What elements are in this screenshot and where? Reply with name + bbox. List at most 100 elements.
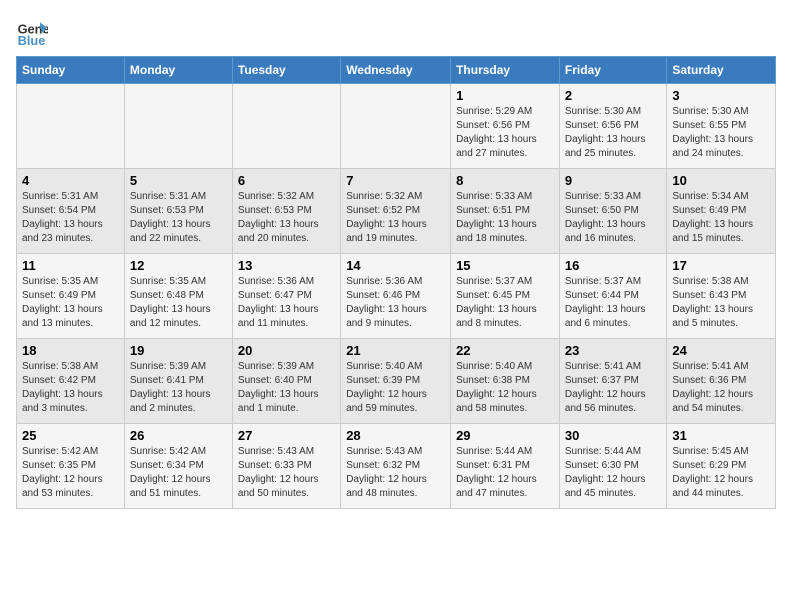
day-number: 25 [22,428,119,443]
logo-icon: General Blue [16,16,48,48]
day-info: Sunrise: 5:39 AM Sunset: 6:41 PM Dayligh… [130,360,227,416]
day-number: 14 [346,258,445,273]
calendar-cell: 14 Sunrise: 5:36 AM Sunset: 6:46 PM Dayli… [341,254,451,339]
day-number: 26 [130,428,227,443]
calendar-cell: 4 Sunrise: 5:31 AM Sunset: 6:54 PM Daylig… [17,169,125,254]
day-number: 2 [565,88,661,103]
day-info: Sunrise: 5:37 AM Sunset: 6:44 PM Dayligh… [565,275,661,331]
day-number: 7 [346,173,445,188]
calendar-cell [232,84,340,169]
day-info: Sunrise: 5:30 AM Sunset: 6:55 PM Dayligh… [672,105,770,161]
day-number: 21 [346,343,445,358]
weekday-header-tuesday: Tuesday [232,57,340,84]
weekday-header-sunday: Sunday [17,57,125,84]
calendar-cell: 2 Sunrise: 5:30 AM Sunset: 6:56 PM Daylig… [559,84,666,169]
calendar-cell [341,84,451,169]
day-number: 5 [130,173,227,188]
day-number: 4 [22,173,119,188]
day-number: 9 [565,173,661,188]
day-info: Sunrise: 5:31 AM Sunset: 6:53 PM Dayligh… [130,190,227,246]
calendar-cell: 28 Sunrise: 5:43 AM Sunset: 6:32 PM Dayli… [341,424,451,509]
day-number: 13 [238,258,335,273]
calendar-week-3: 11Sunrise: 5:35 AM Sunset: 6:49 PM Dayli… [17,254,776,339]
day-info: Sunrise: 5:43 AM Sunset: 6:33 PM Dayligh… [238,445,335,501]
calendar-cell: 5 Sunrise: 5:31 AM Sunset: 6:53 PM Daylig… [124,169,232,254]
day-info: Sunrise: 5:39 AM Sunset: 6:40 PM Dayligh… [238,360,335,416]
day-number: 19 [130,343,227,358]
calendar-cell: 3 Sunrise: 5:30 AM Sunset: 6:55 PM Daylig… [667,84,776,169]
day-info: Sunrise: 5:44 AM Sunset: 6:31 PM Dayligh… [456,445,554,501]
day-number: 15 [456,258,554,273]
calendar-cell: 19 Sunrise: 5:39 AM Sunset: 6:41 PM Dayli… [124,339,232,424]
day-number: 27 [238,428,335,443]
day-number: 8 [456,173,554,188]
calendar-cell: 13 Sunrise: 5:36 AM Sunset: 6:47 PM Dayli… [232,254,340,339]
calendar-cell: 21 Sunrise: 5:40 AM Sunset: 6:39 PM Dayli… [341,339,451,424]
calendar-week-5: 25 Sunrise: 5:42 AM Sunset: 6:35 PM Dayli… [17,424,776,509]
day-info: Sunrise: 5:44 AM Sunset: 6:30 PM Dayligh… [565,445,661,501]
calendar-cell: 26 Sunrise: 5:42 AM Sunset: 6:34 PM Dayli… [124,424,232,509]
day-info: Sunrise: 5:35 AM Sunset: 6:48 PM Dayligh… [130,275,227,331]
day-info: Sunrise: 5:40 AM Sunset: 6:38 PM Dayligh… [456,360,554,416]
weekday-header-thursday: Thursday [451,57,560,84]
calendar-cell: 7 Sunrise: 5:32 AM Sunset: 6:52 PM Daylig… [341,169,451,254]
calendar-cell: 30 Sunrise: 5:44 AM Sunset: 6:30 PM Dayli… [559,424,666,509]
day-info: Sunrise: 5:38 AM Sunset: 6:43 PM Dayligh… [672,275,770,331]
day-number: 20 [238,343,335,358]
day-number: 24 [672,343,770,358]
calendar-cell: 31Sunrise: 5:45 AM Sunset: 6:29 PM Dayli… [667,424,776,509]
logo: General Blue [16,16,48,48]
day-number: 11 [22,258,119,273]
day-number: 22 [456,343,554,358]
day-info: Sunrise: 5:41 AM Sunset: 6:36 PM Dayligh… [672,360,770,416]
svg-text:Blue: Blue [18,33,46,48]
day-number: 17 [672,258,770,273]
day-number: 16 [565,258,661,273]
day-info: Sunrise: 5:37 AM Sunset: 6:45 PM Dayligh… [456,275,554,331]
weekday-header-wednesday: Wednesday [341,57,451,84]
day-info: Sunrise: 5:33 AM Sunset: 6:50 PM Dayligh… [565,190,661,246]
weekday-header-monday: Monday [124,57,232,84]
calendar-cell: 29Sunrise: 5:44 AM Sunset: 6:31 PM Dayli… [451,424,560,509]
calendar-body: 1Sunrise: 5:29 AM Sunset: 6:56 PM Daylig… [17,84,776,509]
calendar-week-1: 1Sunrise: 5:29 AM Sunset: 6:56 PM Daylig… [17,84,776,169]
calendar-cell: 17 Sunrise: 5:38 AM Sunset: 6:43 PM Dayli… [667,254,776,339]
calendar-cell: 8 Sunrise: 5:33 AM Sunset: 6:51 PM Daylig… [451,169,560,254]
weekday-header-row: SundayMondayTuesdayWednesdayThursdayFrid… [17,57,776,84]
day-info: Sunrise: 5:36 AM Sunset: 6:46 PM Dayligh… [346,275,445,331]
header: General Blue [16,16,776,48]
day-info: Sunrise: 5:38 AM Sunset: 6:42 PM Dayligh… [22,360,119,416]
day-info: Sunrise: 5:42 AM Sunset: 6:34 PM Dayligh… [130,445,227,501]
day-number: 28 [346,428,445,443]
calendar-cell: 10 Sunrise: 5:34 AM Sunset: 6:49 PM Dayli… [667,169,776,254]
calendar-cell: 16 Sunrise: 5:37 AM Sunset: 6:44 PM Dayli… [559,254,666,339]
day-number: 10 [672,173,770,188]
day-info: Sunrise: 5:32 AM Sunset: 6:53 PM Dayligh… [238,190,335,246]
day-number: 30 [565,428,661,443]
day-info: Sunrise: 5:40 AM Sunset: 6:39 PM Dayligh… [346,360,445,416]
day-info: Sunrise: 5:33 AM Sunset: 6:51 PM Dayligh… [456,190,554,246]
day-info: Sunrise: 5:36 AM Sunset: 6:47 PM Dayligh… [238,275,335,331]
day-number: 1 [456,88,554,103]
day-info: Sunrise: 5:43 AM Sunset: 6:32 PM Dayligh… [346,445,445,501]
day-info: Sunrise: 5:30 AM Sunset: 6:56 PM Dayligh… [565,105,661,161]
calendar-cell: 6Sunrise: 5:32 AM Sunset: 6:53 PM Daylig… [232,169,340,254]
calendar-cell: 18Sunrise: 5:38 AM Sunset: 6:42 PM Dayli… [17,339,125,424]
day-info: Sunrise: 5:32 AM Sunset: 6:52 PM Dayligh… [346,190,445,246]
day-number: 3 [672,88,770,103]
day-info: Sunrise: 5:31 AM Sunset: 6:54 PM Dayligh… [22,190,119,246]
calendar-cell: 23Sunrise: 5:41 AM Sunset: 6:37 PM Dayli… [559,339,666,424]
day-number: 31 [672,428,770,443]
calendar-cell: 11Sunrise: 5:35 AM Sunset: 6:49 PM Dayli… [17,254,125,339]
calendar-table: SundayMondayTuesdayWednesdayThursdayFrid… [16,56,776,509]
day-info: Sunrise: 5:42 AM Sunset: 6:35 PM Dayligh… [22,445,119,501]
day-number: 12 [130,258,227,273]
calendar-cell [124,84,232,169]
day-number: 23 [565,343,661,358]
calendar-cell: 24 Sunrise: 5:41 AM Sunset: 6:36 PM Dayli… [667,339,776,424]
calendar-cell: 22 Sunrise: 5:40 AM Sunset: 6:38 PM Dayli… [451,339,560,424]
weekday-header-friday: Friday [559,57,666,84]
calendar-week-2: 4 Sunrise: 5:31 AM Sunset: 6:54 PM Daylig… [17,169,776,254]
day-info: Sunrise: 5:34 AM Sunset: 6:49 PM Dayligh… [672,190,770,246]
calendar-week-4: 18Sunrise: 5:38 AM Sunset: 6:42 PM Dayli… [17,339,776,424]
